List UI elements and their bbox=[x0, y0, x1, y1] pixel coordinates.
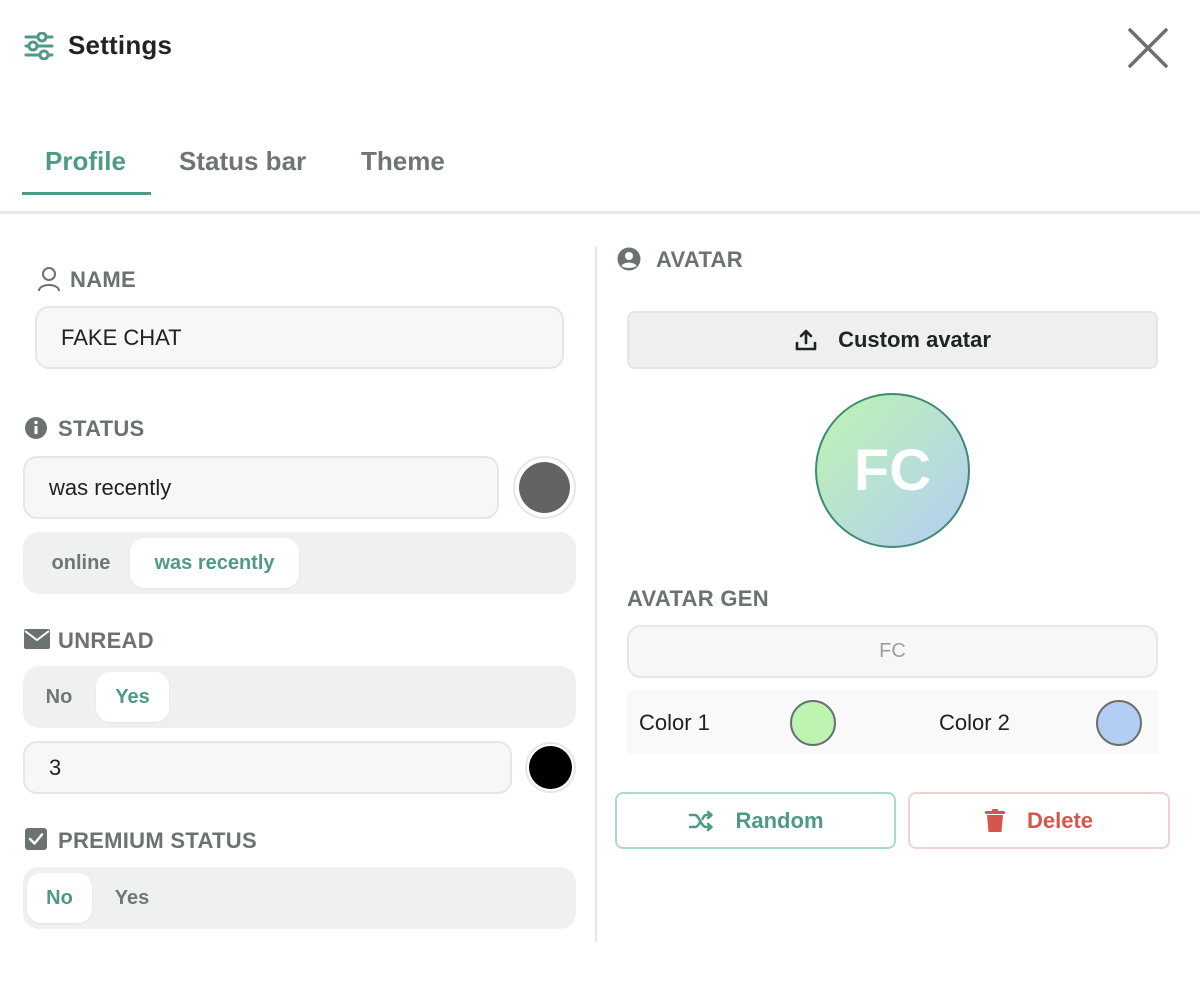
page-title: Settings bbox=[68, 30, 173, 60]
random-label: Random bbox=[735, 807, 824, 833]
avatar-gen-input[interactable]: FC bbox=[627, 625, 1158, 678]
avatar-preview: FC bbox=[815, 393, 970, 548]
account-circle-icon bbox=[617, 247, 641, 271]
color-2-label: Color 2 bbox=[939, 710, 1010, 735]
settings-header: Settings bbox=[0, 0, 1200, 100]
custom-avatar-label: Custom avatar bbox=[838, 327, 991, 352]
avatar-label: AVATAR bbox=[656, 247, 743, 272]
status-color-swatch bbox=[519, 462, 570, 513]
status-option-was-recently[interactable]: was recently bbox=[130, 538, 299, 588]
avatar-gen-label: AVATAR GEN bbox=[627, 586, 769, 611]
premium-option-no[interactable]: No bbox=[27, 873, 92, 923]
info-icon bbox=[25, 417, 47, 439]
name-label: NAME bbox=[70, 267, 136, 292]
avatar-initials: FC bbox=[853, 438, 932, 503]
status-option-online[interactable]: online bbox=[31, 538, 131, 588]
shuffle-icon bbox=[688, 810, 713, 831]
unread-label: UNREAD bbox=[58, 628, 154, 653]
checkbox-icon bbox=[25, 828, 47, 850]
unread-option-yes[interactable]: Yes bbox=[96, 672, 169, 722]
tab-status-bar[interactable]: Status bar bbox=[179, 146, 306, 177]
delete-label: Delete bbox=[1026, 807, 1094, 833]
delete-button[interactable]: Delete bbox=[908, 792, 1170, 849]
premium-segmented-control: No Yes bbox=[23, 867, 576, 929]
tab-theme[interactable]: Theme bbox=[361, 146, 445, 177]
envelope-icon bbox=[24, 629, 50, 649]
column-divider bbox=[595, 246, 597, 942]
avatar-colors-row: Color 1 Color 2 bbox=[627, 690, 1158, 754]
unread-color-swatch bbox=[529, 746, 572, 789]
person-icon bbox=[38, 267, 60, 292]
premium-status-label: PREMIUM STATUS bbox=[58, 828, 257, 853]
unread-option-no[interactable]: No bbox=[31, 672, 87, 722]
tab-profile[interactable]: Profile bbox=[45, 146, 126, 177]
settings-tabs: Profile Status bar Theme bbox=[0, 124, 1200, 214]
color-2-picker[interactable] bbox=[1096, 700, 1142, 746]
name-input[interactable]: FAKE CHAT bbox=[35, 306, 564, 369]
random-button[interactable]: Random bbox=[615, 792, 896, 849]
color-1-label: Color 1 bbox=[639, 710, 710, 735]
custom-avatar-button[interactable]: Custom avatar bbox=[627, 311, 1158, 369]
upload-icon bbox=[795, 329, 817, 351]
trash-icon bbox=[984, 808, 1005, 832]
status-input[interactable]: was recently bbox=[23, 456, 499, 519]
unread-segmented-control: No Yes bbox=[23, 666, 576, 728]
status-label: STATUS bbox=[58, 416, 145, 441]
unread-count-input[interactable]: 3 bbox=[23, 741, 512, 794]
premium-option-yes[interactable]: Yes bbox=[103, 873, 161, 923]
sliders-icon bbox=[24, 32, 54, 60]
color-1-picker[interactable] bbox=[790, 700, 836, 746]
unread-color-picker[interactable] bbox=[525, 742, 576, 793]
status-color-picker[interactable] bbox=[513, 456, 576, 519]
close-icon[interactable] bbox=[1124, 24, 1172, 72]
active-tab-indicator bbox=[22, 192, 151, 195]
status-segmented-control: online was recently bbox=[23, 532, 576, 594]
